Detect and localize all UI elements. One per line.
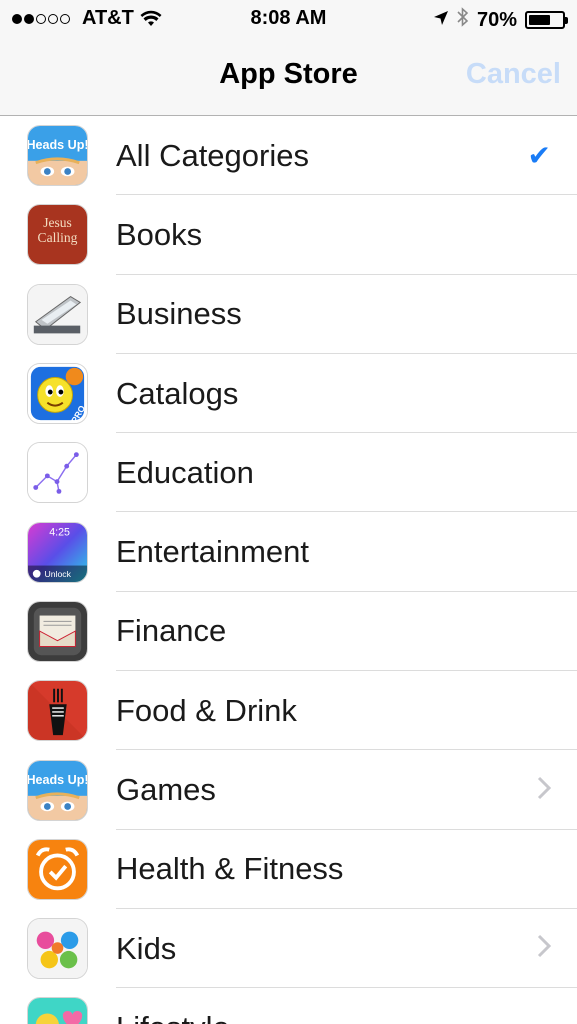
battery-percent: 70% (476, 8, 517, 31)
category-row-health-fitness[interactable]: Health & Fitness (0, 829, 577, 910)
category-row-all-categories[interactable]: Heads Up! All Categories ✔ (0, 116, 577, 196)
category-label: Education (116, 454, 254, 490)
emoji-pro-app-icon: PRO (27, 363, 88, 425)
category-label: Books (116, 216, 203, 252)
fork-fist-app-icon (27, 680, 88, 742)
lockscreen-icon-unlock: Unlock (44, 569, 71, 579)
category-label: Kids (116, 930, 177, 966)
location-arrow-icon (433, 9, 449, 32)
emoji-hearts-app-icon (27, 997, 88, 1024)
category-label: All Categories (116, 137, 309, 173)
category-row-food-drink[interactable]: Food & Drink (0, 671, 577, 751)
scanner-app-icon (27, 283, 88, 345)
category-label: Entertainment (116, 534, 309, 570)
category-label: Catalogs (116, 375, 239, 411)
lockscreen-icon-time: 4:25 (49, 526, 70, 538)
category-label: Finance (116, 613, 227, 649)
category-row-lifestyle[interactable]: Lifestyle (0, 988, 577, 1024)
jesus-calling-icon-text: Jesus Calling (37, 217, 78, 247)
category-row-entertainment[interactable]: 4:25 Unlock Entertainment (0, 512, 577, 593)
category-row-games[interactable]: Heads Up! Games (0, 750, 577, 830)
category-row-education[interactable]: Education (0, 433, 577, 513)
status-bar: AT&T 8:08 AM 70% (0, 0, 577, 38)
category-row-finance[interactable]: Finance (0, 591, 577, 672)
heads-up-icon-text: Heads Up! (28, 773, 87, 787)
cancel-button[interactable]: Cancel (466, 58, 561, 91)
category-label: Food & Drink (116, 692, 297, 728)
envelope-app-icon (27, 600, 88, 662)
category-row-business[interactable]: Business (0, 274, 577, 355)
heads-up-app-icon: Heads Up! (27, 125, 88, 187)
heads-up-icon-text: Heads Up! (28, 138, 87, 152)
category-label: Games (116, 772, 216, 808)
battery-icon (525, 11, 568, 29)
star-walk-app-icon (27, 442, 88, 504)
heads-up-app-icon: Heads Up! (27, 759, 88, 821)
category-row-kids[interactable]: Kids (0, 908, 577, 989)
category-row-catalogs[interactable]: PRO Catalogs (0, 353, 577, 434)
bluetooth-icon (457, 7, 469, 33)
checkmark-icon: ✔ (527, 140, 551, 172)
navigation-bar: App Store Cancel (0, 38, 577, 116)
category-label: Lifestyle (116, 1010, 230, 1024)
category-list: Heads Up! All Categories ✔ Jesus Calling… (0, 116, 577, 1024)
chevron-right-icon (537, 776, 552, 805)
category-row-books[interactable]: Jesus Calling Books (0, 195, 577, 275)
category-label: Health & Fitness (116, 851, 344, 887)
alarm-clock-app-icon (27, 838, 88, 900)
category-label: Business (116, 296, 242, 332)
lockscreen-app-icon: 4:25 Unlock (27, 521, 88, 583)
hand-prints-app-icon (27, 918, 88, 980)
chevron-right-icon (537, 934, 552, 963)
jesus-calling-app-icon: Jesus Calling (27, 204, 88, 266)
